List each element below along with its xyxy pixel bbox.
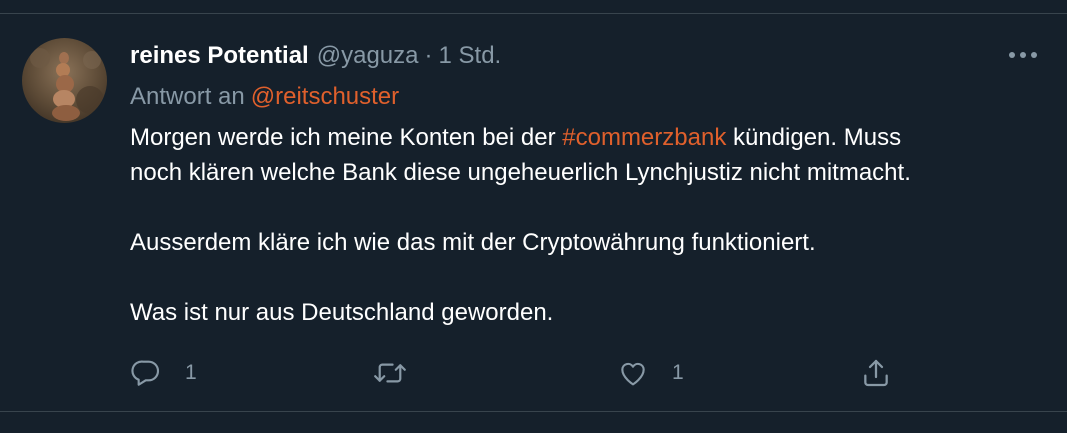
bottom-divider: [0, 411, 1067, 412]
tweet-header: reines Potential @yaguza · 1 Std.: [130, 42, 501, 74]
share-button[interactable]: [860, 355, 892, 391]
tweet-paragraph-2: Ausserdem kläre ich wie das mit der Cryp…: [130, 229, 816, 256]
tweet-text: Morgen werde ich meine Konten bei der #c…: [130, 120, 1040, 330]
tweet-text-segment: kündigen. Muss: [726, 124, 902, 151]
separator-dot: ·: [424, 42, 433, 69]
retweet-icon: [374, 363, 406, 383]
tweet-text-segment: Morgen werde ich meine Konten bei der: [130, 124, 563, 151]
reply-count: 1: [185, 361, 197, 384]
reply-to-link[interactable]: @reitschuster: [251, 83, 399, 110]
share-icon: [864, 359, 888, 387]
reply-context: Antwort an @reitschuster: [130, 83, 399, 111]
reply-bubble-icon: [131, 360, 160, 386]
more-options-button[interactable]: [1006, 40, 1040, 70]
hashtag-link[interactable]: #commerzbank: [562, 124, 726, 151]
tweet-paragraph-3: Was ist nur aus Deutschland geworden.: [130, 299, 554, 326]
avatar[interactable]: [22, 38, 107, 123]
like-button[interactable]: 1: [617, 355, 684, 391]
display-name[interactable]: reines Potential: [130, 42, 309, 70]
avatar-image: [22, 38, 107, 123]
tweet-line-2: noch klären welche Bank diese ungeheuerl…: [130, 159, 911, 186]
top-divider: [0, 13, 1067, 14]
tweet-line-1: Morgen werde ich meine Konten bei der #c…: [130, 120, 1040, 155]
more-dots-icon: [1009, 52, 1037, 58]
reply-prefix: Antwort an: [130, 83, 245, 110]
heart-icon: [621, 362, 645, 386]
timestamp[interactable]: 1 Std.: [439, 42, 502, 70]
user-handle[interactable]: @yaguza: [317, 42, 419, 70]
like-count: 1: [672, 361, 684, 384]
action-bar: 1 1: [0, 355, 1067, 391]
retweet-button[interactable]: [372, 355, 431, 391]
reply-button[interactable]: 1: [130, 355, 197, 391]
